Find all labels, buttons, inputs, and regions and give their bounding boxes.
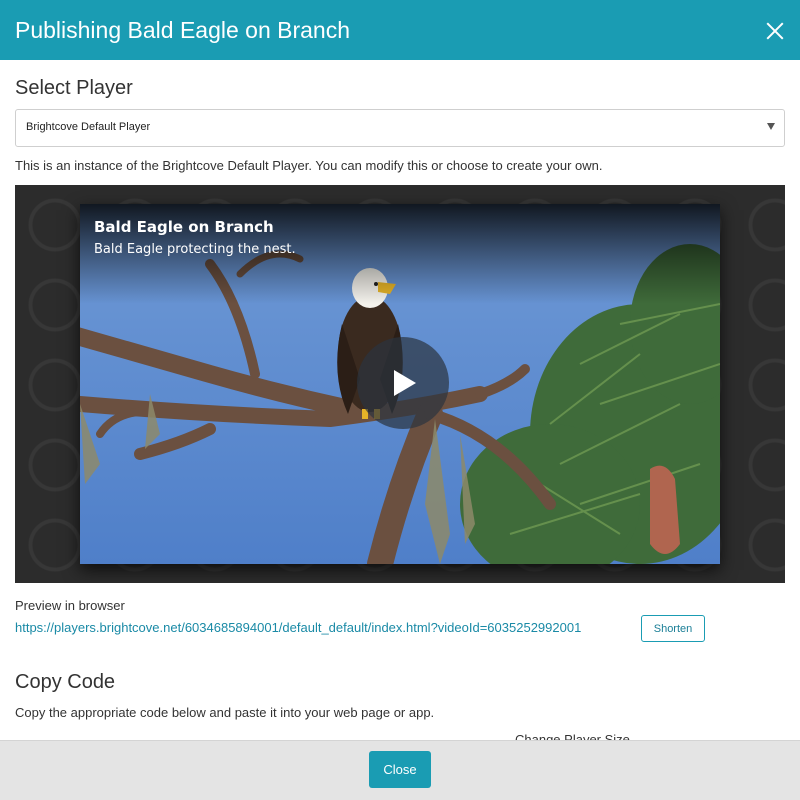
play-button[interactable] [357, 337, 449, 429]
play-icon [394, 370, 416, 396]
close-button[interactable]: Close [369, 751, 431, 788]
video-player[interactable]: Bald Eagle on Branch Bald Eagle protecti… [80, 204, 720, 564]
player-select[interactable]: Brightcove Default Player [15, 109, 785, 147]
player-preview-stage: Bald Eagle on Branch Bald Eagle protecti… [15, 185, 785, 583]
video-description: Bald Eagle protecting the nest. [94, 242, 296, 257]
dialog-header: Publishing Bald Eagle on Branch [0, 0, 800, 60]
select-player-heading: Select Player [15, 77, 133, 99]
close-icon[interactable] [760, 16, 790, 46]
copy-code-instructions: Copy the appropriate code below and past… [15, 705, 435, 720]
dialog-footer: Close [0, 740, 800, 800]
shorten-button[interactable]: Shorten [641, 615, 705, 642]
preview-url-link[interactable]: https://players.brightcove.net/603468589… [15, 620, 581, 636]
dialog-title: Publishing Bald Eagle on Branch [15, 17, 351, 43]
copy-code-heading: Copy Code [15, 671, 116, 693]
preview-label: Preview in browser [15, 598, 125, 613]
player-info-text: This is an instance of the Brightcove De… [15, 158, 603, 173]
dropdown-arrow-icon [767, 123, 775, 130]
video-title: Bald Eagle on Branch [94, 218, 274, 236]
player-select-value: Brightcove Default Player [26, 121, 151, 133]
